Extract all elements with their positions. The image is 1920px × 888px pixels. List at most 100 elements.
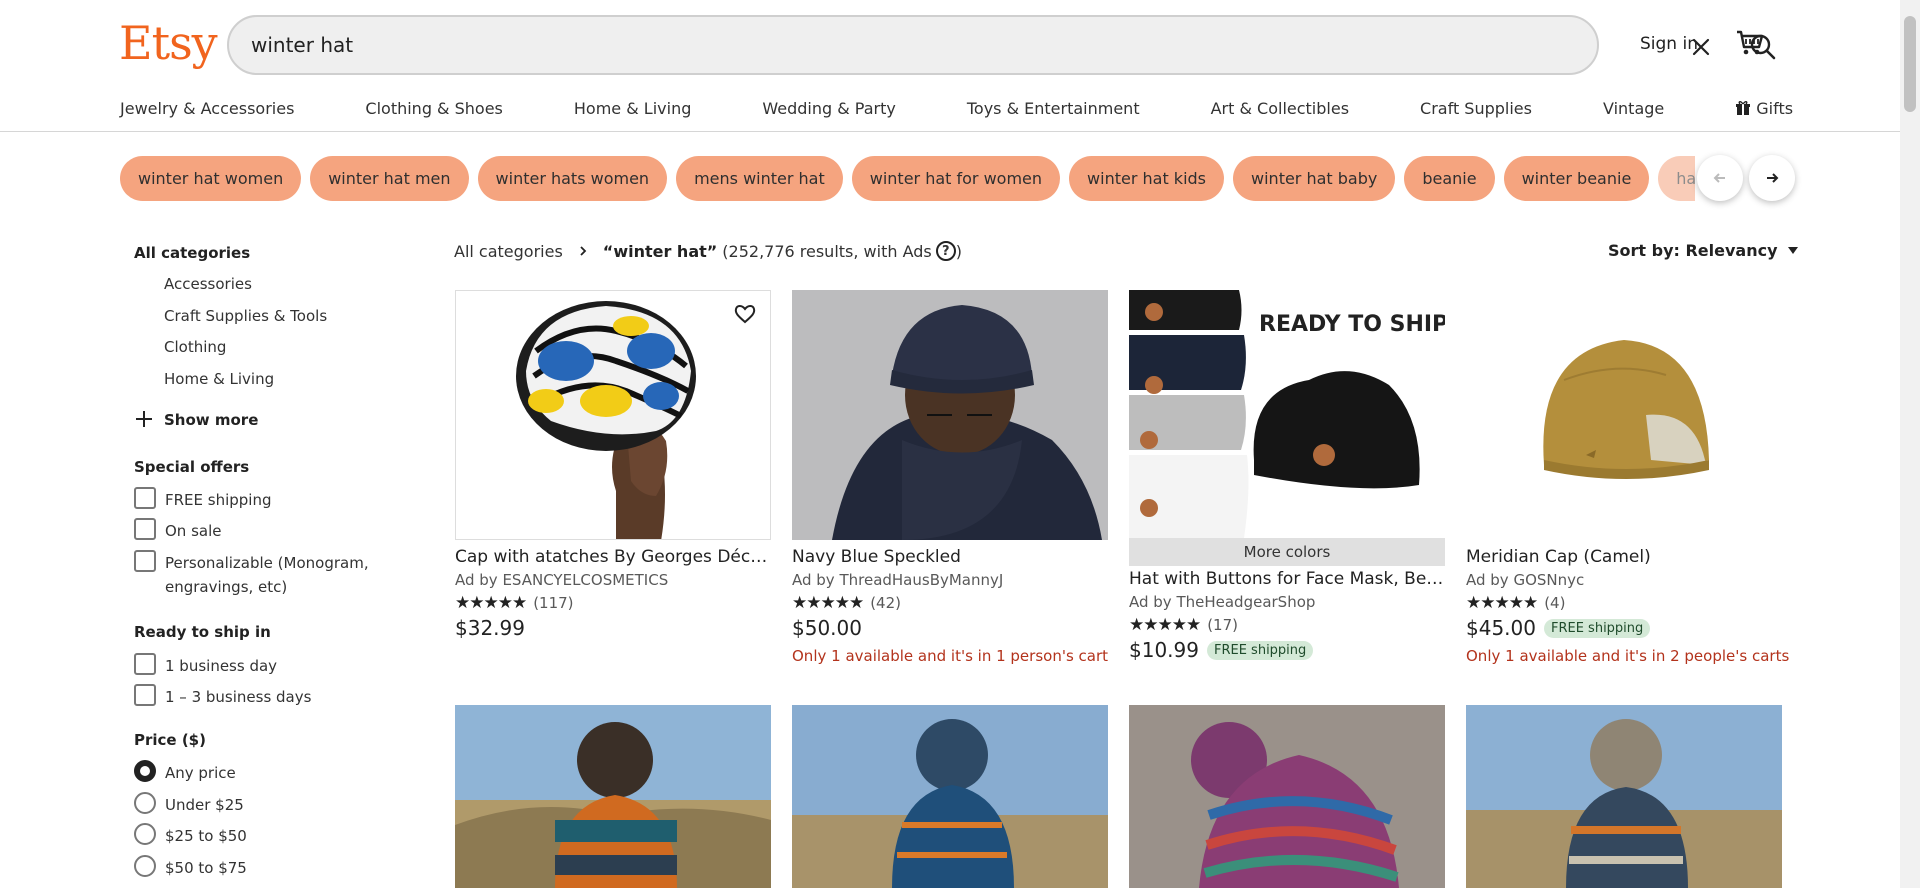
price-any[interactable]: Any price [134,760,236,785]
personalizable-line-1: Personalizable (Monogram, [165,554,369,572]
product-image[interactable] [792,290,1108,540]
product-card[interactable]: READY TO SHIP More colors Hat with Butto… [1129,290,1445,662]
product-title[interactable]: Cap with atatches By Georges Décimo [455,547,771,567]
nav-craft-supplies[interactable]: Craft Supplies [1420,96,1532,120]
rating: ★★★★★ (117) [455,593,771,613]
star-rating-icon: ★★★★★ [455,593,527,613]
chips-next-button[interactable] [1749,155,1795,201]
plus-icon [136,411,152,427]
product-title[interactable]: Meridian Cap (Camel) [1466,547,1782,567]
filter-1-3-business-days[interactable]: 1 – 3 business days [134,684,312,709]
category-craft-supplies[interactable]: Craft Supplies & Tools [164,307,327,325]
show-more-label: Show more [164,411,259,429]
product-card[interactable] [792,705,1108,888]
shop-name: Ad by ESANCYELCOSMETICS [455,571,669,589]
product-card[interactable] [1466,705,1782,888]
chip-beanie[interactable]: beanie [1404,156,1495,201]
free-shipping-badge: FREE shipping [1543,618,1651,638]
product-card[interactable] [455,705,771,888]
ship-1-day-checkbox[interactable] [134,653,156,675]
chip-winter-beanie[interactable]: winter beanie [1503,156,1650,201]
free-shipping-checkbox[interactable] [134,487,156,509]
free-shipping-label: FREE shipping [165,491,272,509]
price-25-50[interactable]: $25 to $50 [134,823,247,848]
sort-dropdown[interactable]: Sort by: Relevancy [1608,241,1799,260]
product-image[interactable] [1129,705,1445,888]
chip-winter-hat-women[interactable]: winter hat women [120,156,302,201]
on-sale-checkbox[interactable] [134,518,156,540]
product-card[interactable]: Meridian Cap (Camel) Ad by GOSNnyc ★★★★★… [1466,290,1789,665]
product-image[interactable]: READY TO SHIP More colors [1129,290,1445,566]
price-any-radio[interactable] [134,760,156,782]
product-card[interactable] [1129,705,1445,888]
sign-in-link[interactable]: Sign in [1640,34,1698,54]
chip-hat[interactable]: hat [1658,156,1695,201]
price-row: $32.99 [455,616,771,640]
search-input[interactable] [251,30,1451,60]
nav-gifts[interactable]: Gifts [1735,96,1793,120]
result-count-close: ) [955,241,962,261]
chip-winter-hat-kids[interactable]: winter hat kids [1069,156,1225,201]
price-25-50-radio[interactable] [134,823,156,845]
chip-winter-hat-baby[interactable]: winter hat baby [1233,156,1396,201]
ready-to-ship-overlay: READY TO SHIP [1259,312,1445,337]
pompom-beanie-image [455,705,771,888]
ads-help-icon[interactable]: ? [935,241,956,261]
button-beanie-image: READY TO SHIP [1129,290,1445,538]
product-image[interactable] [1466,290,1782,540]
ship-1-3-days-label: 1 – 3 business days [165,688,312,706]
page-scrollbar[interactable] [1900,0,1920,888]
special-offers-heading: Special offers [134,458,250,476]
nav-vintage[interactable]: Vintage [1603,96,1664,120]
favorite-button[interactable] [734,303,758,327]
cart-button[interactable] [1735,28,1765,58]
product-card[interactable]: Cap with atatches By Georges Décimo Ad b… [455,290,771,640]
product-title[interactable]: Hat with Buttons for Face Mask, Beanie [1129,569,1445,589]
nav-clothing-shoes[interactable]: Clothing & Shoes [365,96,502,120]
filter-free-shipping[interactable]: FREE shipping [134,487,272,512]
chip-winter-hat-for-women[interactable]: winter hat for women [851,156,1061,201]
site-header: Etsy Sign in Jewelry & Accessories Cloth… [0,0,1900,132]
chips-prev-button[interactable] [1697,155,1743,201]
nav-wedding-party[interactable]: Wedding & Party [762,96,895,120]
chip-winter-hats-women[interactable]: winter hats women [477,156,668,201]
product-image[interactable] [1466,705,1782,888]
product-title[interactable]: Navy Blue Speckled [792,547,1108,567]
nav-jewelry-accessories[interactable]: Jewelry & Accessories [120,96,294,120]
chip-mens-winter-hat[interactable]: mens winter hat [676,156,843,201]
price-under-25-radio[interactable] [134,792,156,814]
price-under-25[interactable]: Under $25 [134,792,244,817]
nav-toys-entertainment[interactable]: Toys & Entertainment [967,96,1140,120]
category-clothing[interactable]: Clothing [164,338,226,356]
product-card[interactable]: Navy Blue Speckled Ad by ThreadHausByMan… [792,290,1108,665]
category-home-living[interactable]: Home & Living [164,370,274,388]
product-image[interactable] [455,290,771,540]
personalizable-checkbox[interactable] [134,550,156,572]
price-50-75-radio[interactable] [134,855,156,877]
nav-home-living[interactable]: Home & Living [574,96,691,120]
filter-personalizable[interactable]: Personalizable (Monogram, engravings, et… [134,550,369,599]
gift-icon [1736,101,1751,115]
price-any-label: Any price [165,764,236,782]
more-colors-label[interactable]: More colors [1129,538,1445,566]
nav-art-collectibles[interactable]: Art & Collectibles [1211,96,1349,120]
product-image[interactable] [455,705,771,888]
show-more-button[interactable]: Show more [134,408,258,432]
scrollbar-thumb[interactable] [1904,16,1916,112]
all-categories-link[interactable]: All categories [134,244,250,262]
ship-1-day-label: 1 business day [165,657,278,675]
arrow-right-icon [1767,173,1779,183]
result-count: (252,776 results, with Ads [722,241,932,261]
filter-1-business-day[interactable]: 1 business day [134,653,278,678]
filter-on-sale[interactable]: On sale [134,518,221,543]
price-row: $10.99 FREE shipping [1129,638,1445,662]
chip-winter-hat-men[interactable]: winter hat men [310,156,469,201]
ship-1-3-days-checkbox[interactable] [134,684,156,706]
price-50-75[interactable]: $50 to $75 [134,855,247,880]
etsy-logo[interactable]: Etsy [119,16,218,70]
review-count: (17) [1207,616,1238,634]
category-accessories[interactable]: Accessories [164,275,252,293]
shop-name: Ad by TheHeadgearShop [1129,593,1316,611]
breadcrumb-all-categories[interactable]: All categories [454,242,563,261]
product-image[interactable] [792,705,1108,888]
